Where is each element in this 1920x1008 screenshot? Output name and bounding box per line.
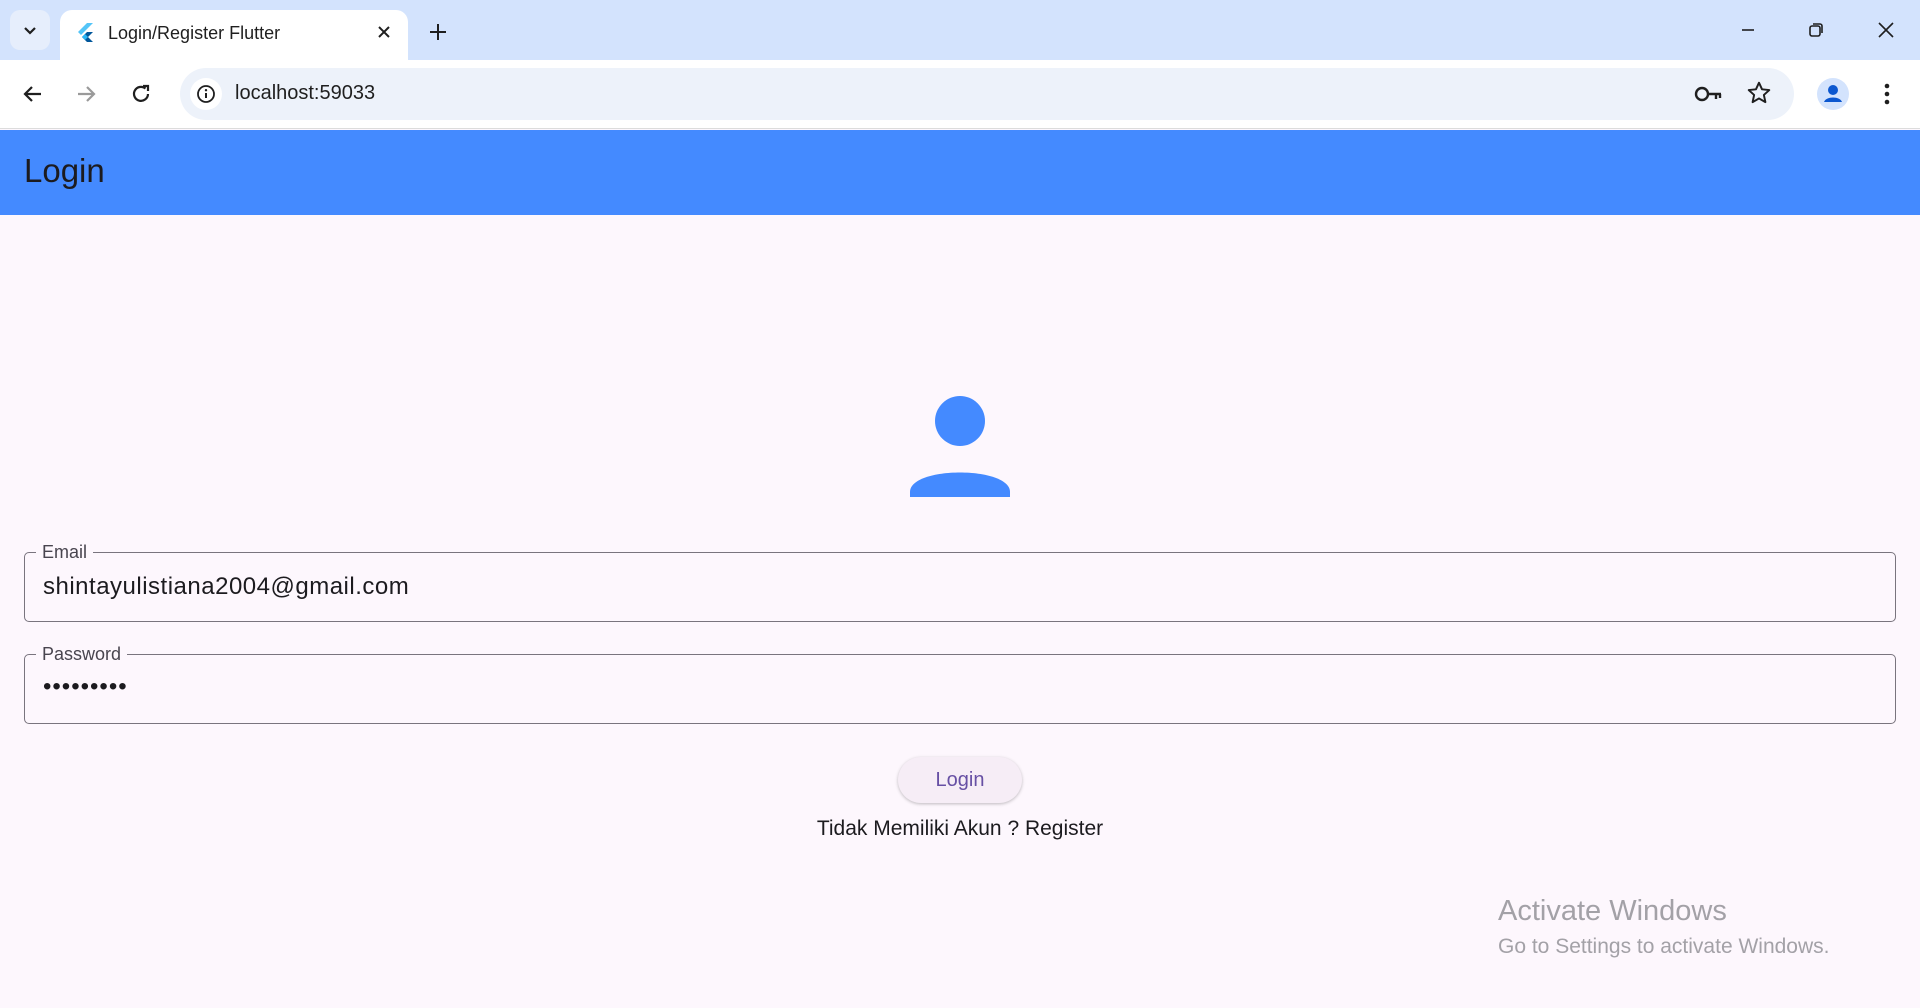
login-button[interactable]: Login — [898, 757, 1022, 803]
forward-icon[interactable] — [66, 74, 106, 114]
profile-icon[interactable] — [1813, 74, 1853, 114]
page-title: Login — [24, 152, 105, 189]
register-link[interactable]: Tidak Memiliki Akun ? Register — [0, 817, 1920, 841]
active-tab[interactable]: Login/Register Flutter — [60, 10, 408, 60]
flutter-icon — [78, 23, 93, 42]
email-value[interactable]: shintayulistiana2004@gmail.com — [43, 573, 409, 601]
activate-windows-title: Activate Windows — [1498, 895, 1727, 927]
info-icon[interactable] — [190, 78, 222, 110]
reload-icon[interactable] — [121, 74, 161, 114]
key-icon[interactable] — [1694, 80, 1724, 113]
chevron-down-icon — [24, 27, 36, 35]
tab-search-button[interactable] — [10, 10, 50, 50]
restore-icon[interactable] — [1792, 8, 1840, 52]
activate-windows-subtitle: Go to Settings to activate Windows. — [1498, 935, 1830, 958]
minimize-icon[interactable] — [1724, 8, 1772, 52]
browser-toolbar: localhost:59033 — [0, 60, 1920, 129]
email-field[interactable]: Email shintayulistiana2004@gmail.com — [24, 542, 1896, 622]
star-icon[interactable] — [1746, 80, 1772, 111]
url-text[interactable]: localhost:59033 — [235, 82, 375, 105]
back-icon[interactable] — [13, 74, 53, 114]
password-label: Password — [36, 644, 128, 665]
tab-title: Login/Register Flutter — [108, 23, 281, 43]
email-label: Email — [36, 542, 94, 563]
menu-icon[interactable] — [1867, 74, 1907, 114]
tab-strip: Login/Register Flutter — [0, 0, 1920, 60]
plus-icon[interactable] — [420, 14, 456, 50]
close-tab-icon[interactable] — [372, 20, 396, 44]
password-field[interactable]: Password ••••••••• — [24, 644, 1896, 724]
window-close-icon[interactable] — [1862, 8, 1910, 52]
person-icon — [910, 396, 1010, 497]
app-bar: Login — [0, 130, 1920, 215]
password-value[interactable]: ••••••••• — [43, 673, 128, 701]
address-bar[interactable]: localhost:59033 — [180, 68, 1794, 120]
